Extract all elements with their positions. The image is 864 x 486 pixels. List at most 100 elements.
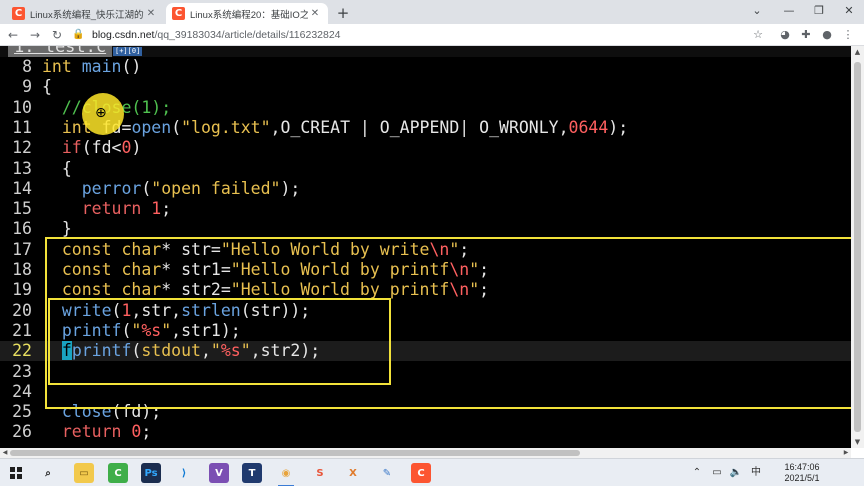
address-bar[interactable]: 🔒 blog.csdn.net /qq_39183034/article/det…	[72, 26, 762, 44]
code-token: (	[141, 178, 152, 198]
video-frame-vim-editor: 1: test.c [+][0] 8int main()9{10 //close…	[0, 46, 851, 448]
browser-tab-2[interactable]: C Linux系统编程20：基础IO之从 ✕	[166, 3, 328, 24]
code-text: return 0;	[42, 422, 151, 442]
line-number: 25	[12, 402, 32, 422]
browser-tab-1[interactable]: C Linux系统编程_快乐江湖的博客- ✕	[6, 3, 164, 24]
visual-studio-icon[interactable]: V	[209, 463, 229, 483]
volume-icon[interactable]: 🔈	[729, 466, 743, 480]
code-line[interactable]: 10 //close(1);	[0, 98, 851, 118]
vim-tabline: 1: test.c [+][0]	[0, 46, 851, 57]
tab-title: Linux系统编程_快乐江湖的博客-	[30, 9, 144, 21]
code-line[interactable]: 14 perror("open failed");	[0, 179, 851, 199]
code-token: perror	[81, 178, 142, 198]
code-token: return	[61, 422, 122, 442]
camtasia-icon[interactable]: C	[108, 463, 128, 483]
star-icon[interactable]: ☆	[750, 27, 766, 43]
close-window-button[interactable]: ✕	[834, 0, 864, 24]
code-token: )	[131, 138, 142, 158]
url-path: /qq_39183034/article/details/116232824	[154, 29, 341, 41]
code-token: );	[280, 178, 301, 198]
file-explorer-icon[interactable]: ▭	[74, 463, 94, 483]
forward-arrow-icon[interactable]: →	[26, 26, 44, 44]
code-token: ;	[161, 199, 172, 219]
line-number: 18	[12, 260, 32, 279]
vscode-icon[interactable]: ⟩	[174, 463, 194, 483]
horizontal-scrollbar[interactable]: ◀ ▶	[0, 448, 851, 458]
search-icon[interactable]: ⌕	[38, 463, 58, 483]
scroll-right-arrow-icon[interactable]: ▶	[841, 448, 851, 458]
line-number: 22	[12, 341, 32, 361]
code-line[interactable]: 9{	[0, 77, 851, 97]
code-token: ,O_CREAT | O_APPEND| O_WRONLY,	[270, 117, 569, 137]
new-tab-button[interactable]: +	[334, 4, 352, 22]
scroll-down-arrow-icon[interactable]: ▼	[851, 436, 864, 448]
horizontal-scroll-thumb[interactable]	[10, 450, 580, 456]
code-line[interactable]: 11 int fd=open("log.txt",O_CREAT | O_APP…	[0, 118, 851, 138]
vim-tab: 1: test.c	[8, 46, 113, 57]
extension-shield-icon[interactable]: ◕	[777, 27, 793, 43]
vertical-scrollbar[interactable]: ▲ ▼	[851, 46, 864, 448]
code-token: (	[171, 117, 182, 137]
code-line[interactable]: 8 int main()	[0, 57, 851, 77]
vertical-scroll-thumb[interactable]	[854, 62, 861, 432]
code-token: 1	[151, 199, 162, 219]
reload-icon[interactable]: ↻	[48, 26, 66, 44]
notepad-icon[interactable]: ✎	[377, 463, 397, 483]
code-token: 0	[121, 138, 132, 158]
tab-title: Linux系统编程20：基础IO之从	[190, 9, 308, 21]
code-token: ()	[121, 57, 142, 76]
close-tab-icon[interactable]: ✕	[308, 8, 322, 19]
photoshop-icon[interactable]: Ps	[141, 463, 161, 483]
line-number: 16	[12, 219, 32, 239]
tab-search-dropdown-button[interactable]: ⌄	[742, 0, 772, 24]
code-token: "open failed"	[151, 178, 281, 198]
code-token: main	[81, 57, 122, 76]
code-token: 0644	[568, 117, 609, 137]
scroll-left-arrow-icon[interactable]: ◀	[0, 448, 10, 458]
code-line[interactable]: 13 {	[0, 159, 851, 179]
restore-button[interactable]: ❐	[804, 0, 834, 24]
line-number: 21	[12, 320, 32, 340]
close-tab-icon[interactable]: ✕	[144, 8, 158, 19]
line-number: 20	[12, 300, 32, 320]
taskbar-clock[interactable]: 16:47:06 2021/5/1	[770, 462, 834, 484]
xmind-icon[interactable]: X	[343, 463, 363, 483]
code-token: (fd<	[81, 138, 122, 158]
network-icon[interactable]: ▭	[710, 466, 724, 480]
code-text: int fd=open("log.txt",O_CREAT | O_APPEND…	[42, 118, 628, 138]
line-number: 17	[12, 239, 32, 259]
menu-icon[interactable]: ⋮	[840, 27, 856, 43]
clock-date: 2021/5/1	[784, 473, 820, 483]
sublime-icon[interactable]: S	[310, 463, 330, 483]
code-line[interactable]: 12 if(fd<0)	[0, 138, 851, 158]
code-text: return 1;	[42, 199, 171, 219]
code-text: {	[42, 159, 72, 179]
puzzle-icon[interactable]: ✚	[798, 27, 814, 43]
code-token: }	[42, 219, 72, 239]
minimize-button[interactable]: —	[774, 0, 804, 24]
code-token: 0	[131, 422, 142, 442]
csdn-icon[interactable]: C	[411, 463, 431, 483]
code-line[interactable]: 15 return 1;	[0, 199, 851, 219]
chevron-up-icon[interactable]: ⌃	[690, 466, 704, 480]
lock-icon[interactable]: 🔒	[72, 29, 84, 41]
ime-icon[interactable]: 中	[749, 466, 763, 480]
typora-icon[interactable]: T	[242, 463, 262, 483]
line-number: 15	[12, 199, 32, 219]
zoom-cursor-icon: ⊕	[95, 105, 107, 121]
code-line[interactable]: 26 return 0;	[0, 422, 851, 442]
line-number: 13	[12, 158, 32, 178]
windows-start-icon[interactable]	[10, 467, 22, 479]
code-token: {	[42, 158, 72, 178]
chrome-icon[interactable]: ◉	[276, 463, 296, 486]
windows-taskbar: ⌕ ▭ C Ps ⟩ V T ◉ S X ✎ C ⌃ ▭ 🔈 中 16:47:06 2021/5/1	[0, 458, 864, 486]
scroll-up-arrow-icon[interactable]: ▲	[851, 46, 864, 58]
back-arrow-icon[interactable]: ←	[4, 26, 22, 44]
profile-icon[interactable]: ●	[819, 27, 835, 43]
line-number: 11	[12, 117, 32, 137]
